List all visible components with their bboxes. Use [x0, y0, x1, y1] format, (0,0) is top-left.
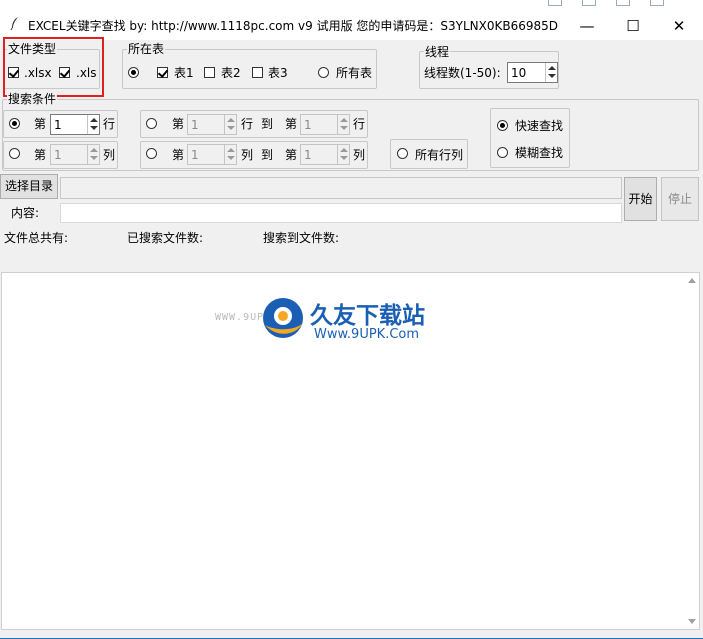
sheet2-label: 表2 [221, 66, 241, 80]
row-range-to-spinner[interactable]: 1 [300, 114, 350, 135]
choose-directory-button[interactable]: 选择目录 [0, 174, 58, 199]
col-range-di2: 第 [285, 148, 298, 162]
row-di-label: 第 [34, 117, 47, 131]
watermark-url: Www.9UPK.Com [314, 327, 420, 342]
sheet2-checkbox[interactable] [204, 67, 215, 78]
scroll-down-icon[interactable] [688, 619, 696, 624]
sheet-radio[interactable] [128, 67, 139, 78]
close-button[interactable]: ✕ [656, 12, 702, 40]
sheet3-checkbox[interactable] [252, 67, 263, 78]
row-range-row-label2: 行 [353, 117, 366, 131]
toolbar-icon-3 [616, 0, 630, 6]
logo-globe-icon [263, 298, 303, 338]
title-bar: EXCEL关键字查找 by: http://www.1118pc.com v9 … [0, 0, 703, 40]
sheet1-label: 表1 [174, 66, 194, 80]
all-rows-cols-radio[interactable] [397, 148, 408, 159]
scroll-up-icon[interactable] [688, 278, 696, 283]
col-radio[interactable] [9, 148, 20, 159]
content-input[interactable] [60, 203, 622, 223]
row-range-di2: 第 [285, 117, 298, 131]
toolbar-icon-2 [582, 0, 596, 6]
thread-count-value: 10 [511, 66, 527, 80]
row-range-di1: 第 [172, 117, 185, 131]
maximize-button[interactable]: ☐ [610, 12, 656, 40]
row-suffix-label: 行 [103, 117, 116, 131]
col-value: 1 [54, 148, 62, 162]
row-spinner[interactable]: 1 [50, 114, 100, 135]
col-spinner[interactable]: 1 [50, 144, 100, 165]
sheet-label: 所在表 [127, 42, 166, 56]
found-files-label: 搜索到文件数: [263, 231, 340, 245]
stop-button[interactable]: 停止 [661, 177, 699, 221]
watermark-logo: WWW.9UPK.COM 久友下载站 Www.9UPK.Com [210, 290, 450, 360]
col-range-from-value: 1 [191, 148, 199, 162]
sheet3-label: 表3 [268, 66, 288, 80]
all-sheets-label: 所有表 [336, 66, 373, 80]
thread-count-label: 线程数(1-50): [424, 66, 501, 80]
all-rows-cols-label: 所有行列 [415, 148, 464, 162]
watermark-brand: 久友下载站 [310, 303, 425, 329]
toolbar-icon-1 [548, 0, 562, 6]
row-range-from-value: 1 [191, 118, 199, 132]
app-window: EXCEL关键字查找 by: http://www.1118pc.com v9 … [0, 0, 703, 639]
start-button[interactable]: 开始 [624, 177, 657, 221]
minimize-button[interactable]: — [564, 12, 610, 40]
col-range-to-spinner[interactable]: 1 [300, 144, 350, 165]
fuzzy-search-label: 模糊查找 [515, 146, 564, 160]
col-range-radio[interactable] [146, 148, 157, 159]
col-suffix-label: 列 [103, 148, 116, 162]
col-di-label: 第 [34, 148, 47, 162]
content-label: 内容: [11, 206, 40, 220]
fast-search-radio[interactable] [497, 120, 508, 131]
threads-label: 线程 [424, 45, 451, 59]
row-range-to-label: 到 [261, 117, 274, 131]
total-files-label: 文件总共有: [4, 231, 69, 245]
row-radio[interactable] [9, 118, 20, 129]
col-range-di1: 第 [172, 148, 185, 162]
thread-count-spinner[interactable]: 10 [507, 62, 558, 83]
all-sheets-radio[interactable] [318, 67, 329, 78]
search-condition-label: 搜索条件 [7, 92, 58, 106]
row-range-radio[interactable] [146, 118, 157, 129]
col-range-col-label2: 列 [353, 148, 366, 162]
row-range-from-spinner[interactable]: 1 [187, 114, 237, 135]
col-range-to-label: 到 [261, 148, 274, 162]
row-range-row-label: 行 [241, 117, 254, 131]
col-range-from-spinner[interactable]: 1 [187, 144, 237, 165]
col-range-col-label: 列 [241, 148, 254, 162]
toolbar-icon-4 [650, 0, 664, 6]
row-range-to-value: 1 [304, 118, 312, 132]
highlight-box [3, 37, 104, 97]
fuzzy-search-radio[interactable] [497, 147, 508, 158]
feather-icon [10, 17, 18, 30]
sheet1-checkbox[interactable] [157, 67, 168, 78]
thread-count-arrows[interactable] [545, 63, 557, 82]
window-title: EXCEL关键字查找 by: http://www.1118pc.com v9 … [28, 19, 559, 33]
searched-files-label: 已搜索文件数: [127, 231, 204, 245]
fast-search-label: 快速查找 [515, 119, 564, 133]
directory-path-field[interactable] [60, 177, 622, 199]
results-scrollbar[interactable] [685, 273, 699, 629]
col-range-to-value: 1 [304, 148, 312, 162]
row-value: 1 [54, 118, 62, 132]
